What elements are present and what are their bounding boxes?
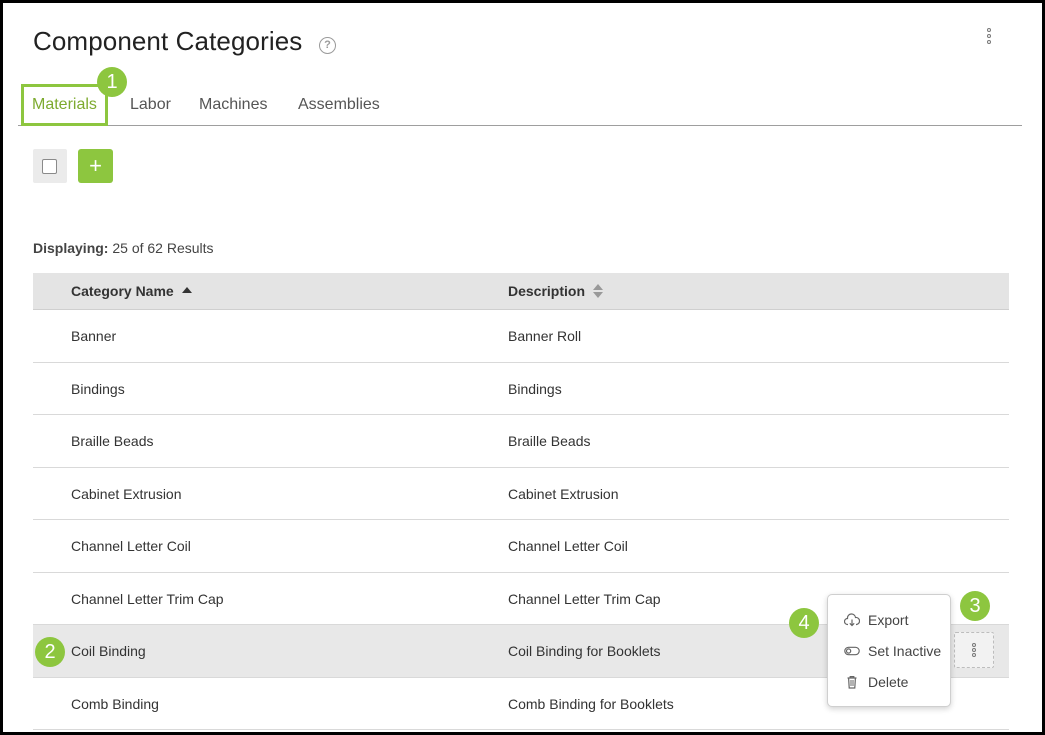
callout-badge-2: 2 [35,637,65,667]
menu-item-label: Export [868,612,909,628]
sort-icon [593,284,604,298]
results-text: 25 of 62 Results [112,240,214,256]
column-header-label: Description [508,283,586,299]
callout-badge-4: 4 [789,608,819,638]
callout-badge-1: 1 [97,67,127,97]
table-row[interactable]: Bindings Bindings [33,363,1009,415]
help-icon[interactable]: ? [319,37,336,54]
cell-description: Cabinet Extrusion [508,485,619,502]
cell-category-name: Comb Binding [71,695,159,712]
table-row[interactable]: Channel Letter Coil Channel Letter Coil [33,520,1009,573]
toggle-icon [844,646,860,656]
page-title: Component Categories [33,26,303,56]
cell-description: Comb Binding for Booklets [508,695,674,712]
cell-description: Channel Letter Trim Cap [508,590,661,607]
results-prefix: Displaying: [33,240,109,256]
column-header-description[interactable]: Description [508,273,604,310]
menu-item-export[interactable]: Export [828,605,952,635]
column-header-category-name[interactable]: Category Name [71,273,192,310]
cell-description: Braille Beads [508,433,591,449]
cell-category-name: Braille Beads [71,433,154,449]
tab-assemblies[interactable]: Assemblies [298,84,380,126]
cell-category-name: Channel Letter Coil [71,538,191,554]
sort-ascending-icon [181,287,192,293]
table-row[interactable]: Braille Beads Braille Beads [33,415,1009,468]
tab-bar: Materials Labor Machines Assemblies [18,84,1022,126]
cell-category-name: Banner [71,328,117,344]
tab-materials[interactable]: Materials [21,84,108,126]
menu-item-delete[interactable]: Delete [828,667,952,697]
table-row[interactable]: Cabinet Extrusion Cabinet Extrusion [33,468,1009,520]
table-row[interactable]: Banner Banner Roll [33,310,1009,363]
menu-item-label: Delete [868,674,909,690]
table-header: Category Name Description [33,273,1009,310]
cloud-download-icon [844,613,860,627]
menu-item-label: Set Inactive [868,643,942,659]
row-actions-button[interactable] [954,632,994,668]
checkbox-icon [42,159,57,174]
cell-category-name: Cabinet Extrusion [71,485,182,502]
trash-icon [847,676,857,689]
add-category-button[interactable]: + [78,149,113,183]
page-more-options-icon[interactable] [982,26,996,46]
cell-description: Channel Letter Coil [508,538,628,554]
tab-machines[interactable]: Machines [199,84,267,126]
cell-description: Banner Roll [508,328,582,344]
tab-labor[interactable]: Labor [130,84,171,126]
cell-category-name: Channel Letter Trim Cap [71,590,224,607]
results-count: Displaying: 25 of 62 Results [33,240,214,256]
menu-item-set-inactive[interactable]: Set Inactive [828,636,952,666]
cell-description: Bindings [508,380,562,397]
cell-category-name: Bindings [71,380,125,397]
callout-badge-3: 3 [960,591,990,621]
cell-description: Coil Binding for Booklets [508,643,661,659]
select-all-checkbox[interactable] [33,149,67,183]
row-actions-menu: Export Set Inactive Delete [827,594,951,707]
cell-category-name: Coil Binding [71,643,146,659]
column-header-label: Category Name [71,283,174,299]
